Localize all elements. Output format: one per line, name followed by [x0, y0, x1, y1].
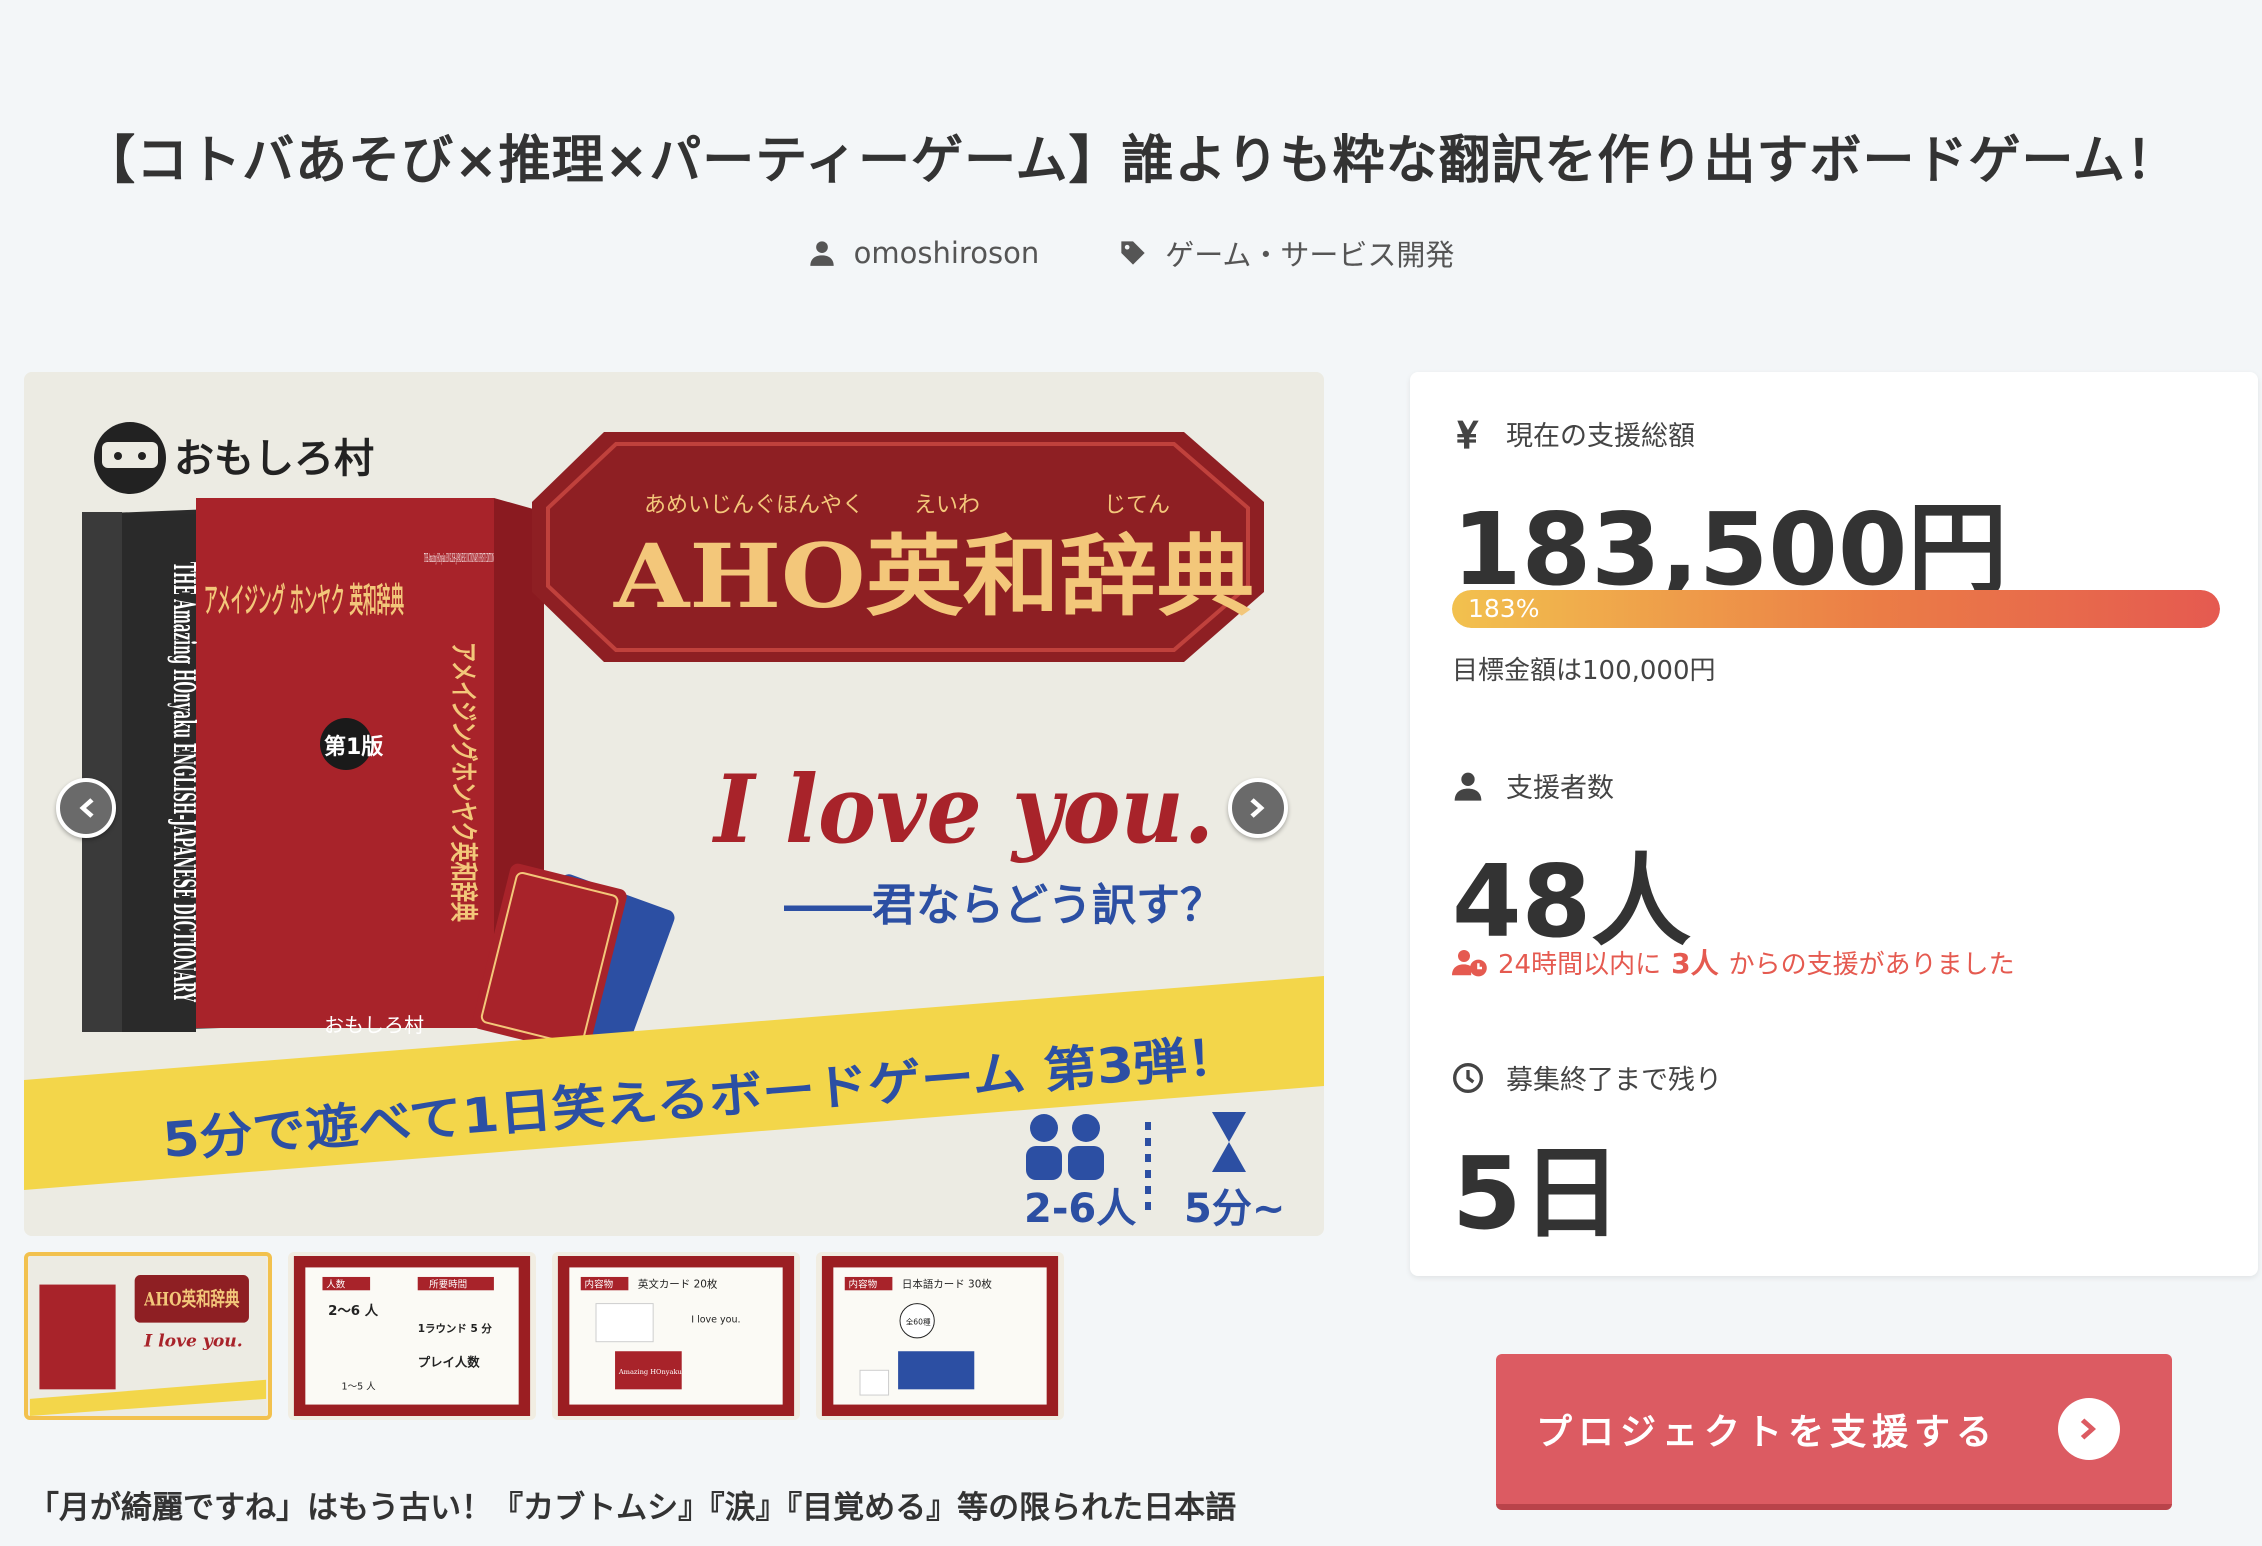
hero-artwork: おもしろ村 アメイジング ホンヤク 英和辞典 第1版 おもしろ村 THE Ama… [24, 372, 1324, 1236]
svg-text:2～6 人: 2～6 人 [328, 1303, 379, 1319]
ruby-text-1: あめいじんぐほんやく [644, 493, 864, 518]
svg-text:AHO英和辞典: AHO英和辞典 [143, 1288, 239, 1311]
thumbnail-1[interactable]: AHO英和辞典 I love you. [24, 1252, 272, 1420]
category-link[interactable]: ゲーム・サービス開発 [1119, 232, 1454, 274]
chevron-left-icon [79, 798, 94, 818]
remaining-value: 5日 [1452, 1135, 1622, 1252]
amount-label-row: 現在の支援総額 [1452, 414, 1695, 453]
recent-prefix: 24時間以内に [1498, 949, 1662, 980]
svg-text:英文カード 20枚: 英文カード 20枚 [638, 1277, 718, 1290]
support-project-button[interactable]: プロジェクトを支援する [1496, 1354, 2172, 1510]
box-side-title: アメイジングホンヤク英和辞典 [447, 642, 480, 922]
clock-icon [1453, 1062, 1483, 1093]
author-link[interactable]: omoshiroson [808, 232, 1040, 274]
svg-text:1～5 人: 1～5 人 [342, 1381, 377, 1392]
svg-text:I love you.: I love you. [143, 1331, 242, 1351]
title-plate: あめいじんぐほんやく えいわ じてん AHO英和辞典 [532, 432, 1264, 662]
hero-time: 5分~ [1184, 1186, 1285, 1232]
game-box: アメイジング ホンヤク 英和辞典 第1版 おもしろ村 THE Amazing H… [82, 498, 544, 1037]
project-description: 「月が綺麗ですね」はもう古い！『カブトムシ』『涙』『目覚める』等の限られた日本語 [28, 1490, 1237, 1526]
thumbnail-4-image: 内容物 日本語カード 30枚 全60種 [821, 1256, 1059, 1416]
progress-fill [1452, 590, 2220, 628]
svg-text:所要時間: 所要時間 [429, 1279, 467, 1290]
thumbnail-3[interactable]: 内容物 英文カード 20枚 Amazing HOnyaku I love you… [552, 1252, 800, 1420]
main-image: おもしろ村 アメイジング ホンヤク 英和辞典 第1版 おもしろ村 THE Ama… [24, 372, 1324, 1236]
goal-text: 目標金額は100,000円 [1452, 656, 1716, 686]
thumbnail-4[interactable]: 内容物 日本語カード 30枚 全60種 [816, 1252, 1064, 1420]
thumbnail-2[interactable]: 人数 所要時間 2～6 人 1ラウンド 5 分 プレイ人数 1～5 人 [288, 1252, 536, 1420]
box-edition: 第1版 [324, 734, 383, 760]
hero-players: 2-6人 [1024, 1186, 1136, 1232]
progress-percent: 183% [1468, 594, 1540, 623]
thumbnail-3-image: 内容物 英文カード 20枚 Amazing HOnyaku I love you… [557, 1256, 795, 1416]
support-button-label: プロジェクトを支援する [1536, 1412, 1999, 1453]
hero-main-title: AHO英和辞典 [613, 524, 1254, 628]
hero-phrase: I love you. [711, 755, 1214, 865]
author-name: omoshiroson [853, 236, 1040, 270]
arrow-right-circle-icon [2058, 1398, 2120, 1460]
recent-backers: 24時間以内に 3人 からの支援がありました [1452, 942, 2015, 982]
hero-subphrase: ――君ならどう訳す？ [784, 880, 1224, 931]
next-image-button[interactable] [1228, 778, 1288, 838]
svg-text:内容物: 内容物 [585, 1278, 614, 1290]
recent-count: 3人 [1671, 947, 1719, 980]
tag-icon [1121, 241, 1145, 265]
svg-text:Amazing HOnyaku: Amazing HOnyaku [618, 1368, 683, 1376]
brand-name: おもしろ村 [174, 436, 374, 482]
backers-label-row: 支援者数 [1452, 766, 1614, 805]
svg-text:日本語カード 30枚: 日本語カード 30枚 [902, 1277, 992, 1290]
thumbnail-strip: AHO英和辞典 I love you. 人数 所要時間 2～6 人 1ラウンド … [24, 1252, 1064, 1420]
box-top-text: THE Amazing HOnyaku ENGLISH-JAPANESE DIC… [424, 551, 494, 565]
yen-icon [1457, 420, 1479, 449]
svg-text:1ラウンド 5 分: 1ラウンド 5 分 [418, 1322, 493, 1335]
chevron-right-icon [1250, 798, 1265, 818]
ruby-text-2: えいわ [914, 493, 980, 518]
remaining-label-row: 募集終了まで残り [1452, 1058, 1722, 1097]
prev-image-button[interactable] [56, 778, 116, 838]
ruby-text-3: じてん [1104, 493, 1170, 518]
remaining-label: 募集終了まで残り [1506, 1065, 1722, 1096]
recent-suffix: からの支援がありました [1728, 949, 2015, 980]
user-icon [1454, 772, 1482, 801]
amount-label: 現在の支援総額 [1506, 421, 1695, 452]
svg-text:プレイ人数: プレイ人数 [418, 1354, 481, 1369]
svg-text:全60種: 全60種 [906, 1317, 931, 1327]
project-title: 【コトバあそび×推理×パーティーゲーム】誰よりも粋な翻訳を作り出すボードゲーム！ [83, 131, 2179, 191]
box-spine-text: THE Amazing HOnyaku ENGLISH-JAPANESE DIC… [166, 562, 201, 1002]
svg-text:人数: 人数 [326, 1278, 346, 1290]
svg-text:I love you.: I love you. [691, 1315, 740, 1326]
thumbnail-1-image: AHO英和辞典 I love you. [29, 1256, 267, 1416]
box-title: アメイジング ホンヤク 英和辞典 [204, 581, 404, 621]
user-icon [809, 241, 834, 266]
box-brand: おもしろ村 [324, 1013, 424, 1037]
svg-text:内容物: 内容物 [849, 1278, 878, 1290]
stats-panel: 現在の支援総額 183,500円 183% 目標金額は100,000円 支援者数… [1410, 372, 2258, 1276]
thumbnail-2-image: 人数 所要時間 2～6 人 1ラウンド 5 分 プレイ人数 1～5 人 [293, 1256, 531, 1416]
backers-label: 支援者数 [1506, 773, 1614, 804]
project-meta: omoshiroson ゲーム・サービス開発 [0, 232, 2262, 274]
funding-progress-bar: 183% [1452, 590, 2220, 628]
category-name: ゲーム・サービス開発 [1165, 238, 1455, 272]
user-clock-icon [1452, 950, 1487, 977]
